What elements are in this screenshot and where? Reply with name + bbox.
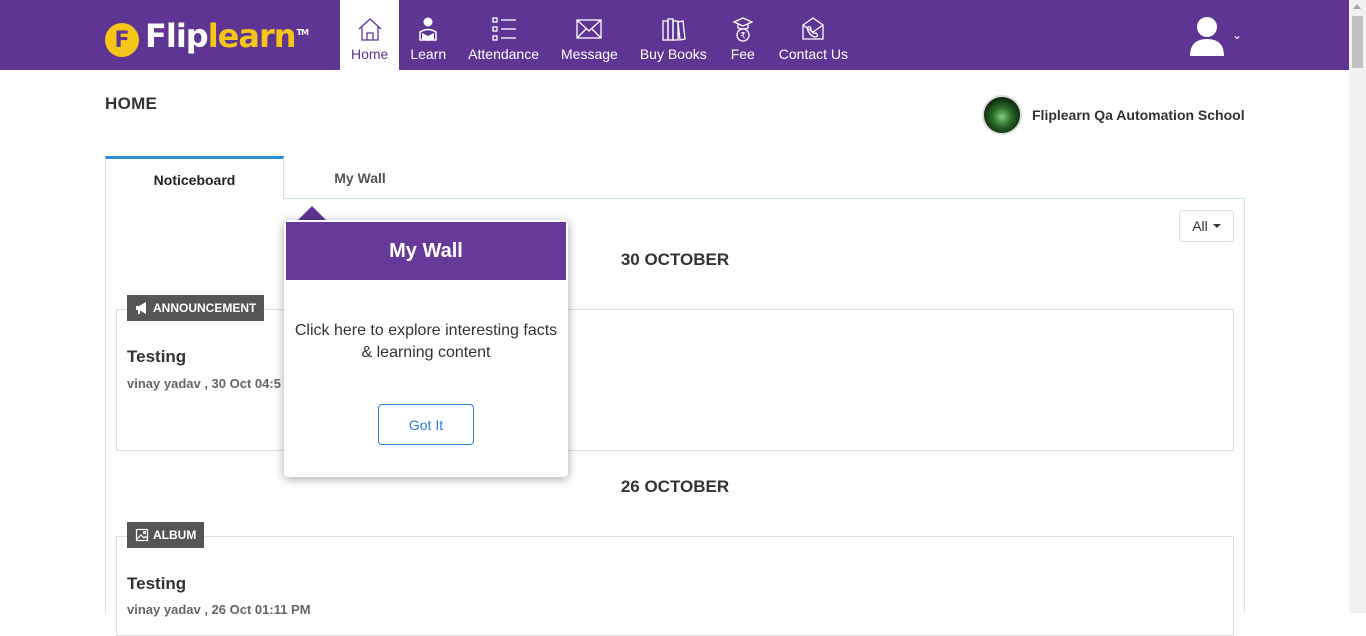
fliplearn-logo[interactable]: F FliplearnTM (105, 16, 309, 60)
popover-arrow (298, 206, 326, 220)
feed-card-title: Testing (127, 347, 187, 366)
svg-text:₹: ₹ (740, 32, 746, 42)
school-info: Fliplearn Qa Automation School (982, 95, 1245, 135)
popover-body: Click here to explore interesting facts … (294, 322, 558, 361)
tab-my-wall[interactable]: My Wall (295, 156, 425, 199)
date-heading: 26 OCTOBER (620, 477, 730, 496)
main-nav: Home Learn Attendance Message Buy Books … (340, 0, 859, 70)
school-name: Fliplearn Qa Automation School (1032, 107, 1245, 123)
album-badge: ALBUM (127, 522, 205, 548)
feed-card-title: Testing (127, 574, 187, 593)
logo-text-learn: learn (207, 16, 297, 55)
learn-icon (419, 17, 438, 41)
date-heading: 30 OCTOBER (620, 250, 730, 269)
logo-trademark: TM (296, 27, 309, 37)
popover-title: My Wall (286, 222, 566, 280)
contact-icon (802, 17, 825, 40)
fee-icon: ₹ (732, 17, 754, 42)
got-it-button[interactable]: Got It (378, 404, 474, 445)
nav-label: Fee (730, 46, 755, 62)
nav-buy-books[interactable]: Buy Books (629, 0, 718, 70)
image-icon (135, 528, 149, 542)
nav-fee[interactable]: ₹ Fee (718, 0, 768, 70)
user-avatar-icon (1190, 17, 1224, 56)
feed-filter-dropdown[interactable]: All (1179, 210, 1234, 242)
home-icon (358, 18, 382, 41)
nav-attendance[interactable]: Attendance (457, 0, 550, 70)
announcement-badge: ANNOUNCEMENT (127, 295, 265, 321)
page-scrollbar[interactable] (1349, 0, 1366, 613)
feed-card-meta: vinay yadav , 26 Oct 01:11 PM (127, 602, 311, 617)
content-tabs: Noticeboard My Wall (105, 156, 1245, 200)
nav-learn[interactable]: Learn (399, 0, 457, 70)
books-icon (662, 18, 687, 41)
nav-home[interactable]: Home (340, 0, 400, 70)
nav-label: Buy Books (639, 46, 707, 62)
school-logo (982, 95, 1022, 135)
top-header: F FliplearnTM Home Learn Attendance Mess… (0, 0, 1366, 70)
nav-label: Learn (410, 46, 447, 62)
scroll-up-arrow-icon[interactable] (1353, 4, 1361, 9)
chevron-down-icon: ⌄ (1232, 28, 1243, 42)
feed-card-meta: vinay yadav , 30 Oct 04:5 (127, 376, 281, 391)
attendance-icon (491, 17, 516, 41)
logo-mark: F (105, 23, 139, 57)
logo-text-flip: Flip (145, 16, 209, 55)
tab-noticeboard[interactable]: Noticeboard (105, 156, 284, 200)
page-title: HOME (105, 94, 158, 113)
nav-label: Contact Us (778, 46, 849, 62)
user-menu[interactable]: ⌄ (1188, 14, 1242, 56)
caret-down-icon (1212, 224, 1221, 228)
scrollbar-thumb[interactable] (1352, 16, 1363, 68)
nav-contact-us[interactable]: Contact Us (768, 0, 859, 70)
nav-label: Home (351, 46, 389, 62)
nav-label: Attendance (468, 46, 540, 62)
message-icon (576, 19, 603, 39)
nav-message[interactable]: Message (550, 0, 629, 70)
feed-card[interactable] (116, 536, 1234, 636)
nav-label: Message (561, 46, 618, 62)
my-wall-popover: My Wall Click here to explore interestin… (284, 220, 568, 477)
filter-selected: All (1192, 218, 1208, 234)
megaphone-icon (136, 302, 146, 314)
